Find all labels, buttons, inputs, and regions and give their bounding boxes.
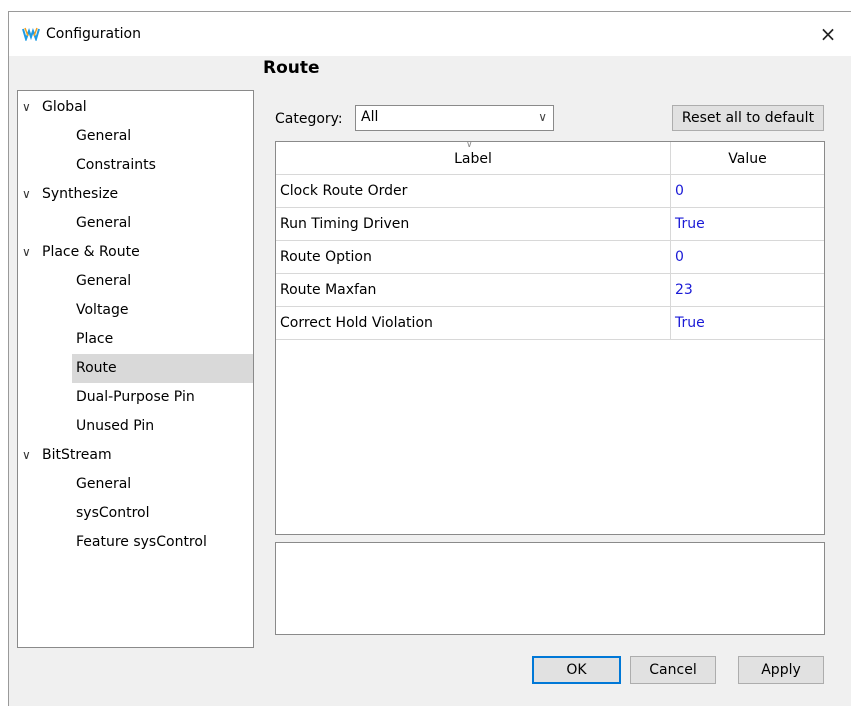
tree-item-label: BitStream [42,447,112,463]
property-value[interactable]: 0 [675,241,684,273]
grid-row[interactable]: Route Maxfan 23 [276,274,824,307]
column-header-label-text: Label [454,151,492,167]
chevron-down-icon[interactable]: ∨ [22,441,42,470]
column-divider [670,175,671,207]
property-value[interactable]: 0 [675,175,684,207]
column-header-value[interactable]: Value [671,142,824,174]
tree-item-syscontrol[interactable]: sysControl [72,499,253,528]
tree-item-label: Dual-Purpose Pin [76,389,195,405]
chevron-down-icon[interactable]: ∨ [22,180,42,209]
property-grid: ∨ Label Value Clock Route Order 0 Run Timi… [275,140,825,535]
chevron-down-icon[interactable]: ∨ [22,93,42,122]
tree-item-label: Place [76,331,114,347]
property-label: Correct Hold Violation [280,315,433,331]
property-value[interactable]: 23 [675,274,693,306]
tree-item-label: General [76,215,132,231]
tree-item-global[interactable]: ∨ Global [22,93,253,122]
title-bar: Configuration × [9,12,851,56]
app-logo-icon [22,27,40,41]
category-select[interactable]: All ∨ [355,105,554,131]
tree-item-place[interactable]: Place [72,325,253,354]
reset-all-button[interactable]: Reset all to default [672,105,824,131]
grid-row[interactable]: Correct Hold Violation True [276,307,824,340]
ok-button[interactable]: OK [532,656,621,684]
tree-item-unused-pin[interactable]: Unused Pin [72,412,253,441]
close-button[interactable]: × [805,12,851,56]
tree-item-label: General [76,128,132,144]
column-divider [670,274,671,306]
column-header-label[interactable]: ∨ Label [276,140,671,174]
tree-item-synthesize[interactable]: ∨ Synthesize [22,180,253,209]
apply-button[interactable]: Apply [738,656,824,684]
tree-item-label: Voltage [76,302,129,318]
tree-item-general[interactable]: General [72,122,253,151]
chevron-down-icon[interactable]: ∨ [22,238,42,267]
grid-row[interactable]: Clock Route Order 0 [276,175,824,208]
tree-item-place-route[interactable]: ∨ Place & Route [22,238,253,267]
tree-item-label: General [76,273,132,289]
chevron-down-icon: ∨ [538,110,547,124]
tree-item-general[interactable]: General [72,209,253,238]
grid-row[interactable]: Run Timing Driven True [276,208,824,241]
cancel-button[interactable]: Cancel [630,656,716,684]
category-label: Category: [275,111,343,127]
tree-item-general[interactable]: General [72,470,253,499]
tree-item-dual-purpose-pin[interactable]: Dual-Purpose Pin [72,383,253,412]
tree-item-voltage[interactable]: Voltage [72,296,253,325]
property-value[interactable]: True [675,208,705,240]
tree-item-label: Route [76,360,117,376]
settings-tree: ∨ Global General Constraints ∨ Synthesize Gene… [17,90,254,648]
tree-item-bitstream[interactable]: ∨ BitStream [22,441,253,470]
property-label: Clock Route Order [280,183,408,199]
property-label: Run Timing Driven [280,216,410,232]
tree-item-constraints[interactable]: Constraints [72,151,253,180]
property-value[interactable]: True [675,307,705,339]
tree-item-label: sysControl [76,505,150,521]
description-box [275,542,825,635]
tree-item-label: Constraints [76,157,156,173]
grid-row[interactable]: Route Option 0 [276,241,824,274]
column-divider [670,241,671,273]
tree-item-label: Unused Pin [76,418,155,434]
sort-indicator-icon: ∨ [466,140,473,150]
tree-item-route[interactable]: Route [72,354,253,383]
grid-header: ∨ Label Value [276,140,824,175]
page-title: Route [263,58,320,78]
tree-item-general[interactable]: General [72,267,253,296]
property-label: Route Maxfan [280,282,377,298]
window-title: Configuration [46,26,141,42]
tree-item-label: General [76,476,132,492]
tree-item-label: Global [42,99,87,115]
tree-item-label: Feature sysControl [76,534,207,550]
category-value: All [361,109,379,125]
property-label: Route Option [280,249,372,265]
tree-item-label: Place & Route [42,244,140,260]
column-divider [670,208,671,240]
tree-item-label: Synthesize [42,186,119,202]
column-divider [670,307,671,339]
tree-item-feature-syscontrol[interactable]: Feature sysControl [72,528,253,557]
